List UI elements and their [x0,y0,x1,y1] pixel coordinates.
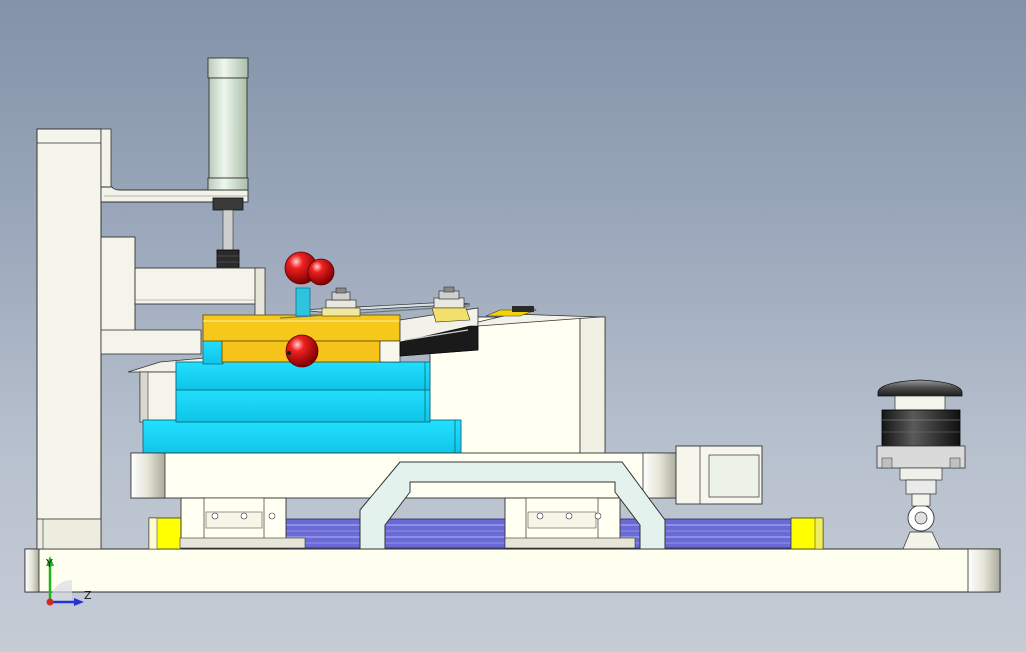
bearing-block-left[interactable] [179,497,306,549]
end-stop-block[interactable] [675,445,763,505]
yellow-stop-left [148,517,182,550]
y-axis-label: Y [45,557,53,570]
red-knob-front[interactable] [285,334,319,368]
bearing-block-right[interactable] [504,497,636,549]
cad-graphics-viewport[interactable]: Y Z [0,0,1026,652]
base-plate[interactable] [24,548,1001,593]
z-axis-label: Z [84,589,92,602]
assembly-side-view[interactable]: Y Z [0,0,1026,652]
red-knob-top-right[interactable] [307,258,335,286]
pneumatic-cylinder[interactable] [207,57,249,269]
left-upright-frame[interactable] [36,128,112,550]
fitting-left [321,287,361,317]
yellow-stop-right [790,517,824,550]
emergency-stop-button[interactable] [876,379,966,550]
